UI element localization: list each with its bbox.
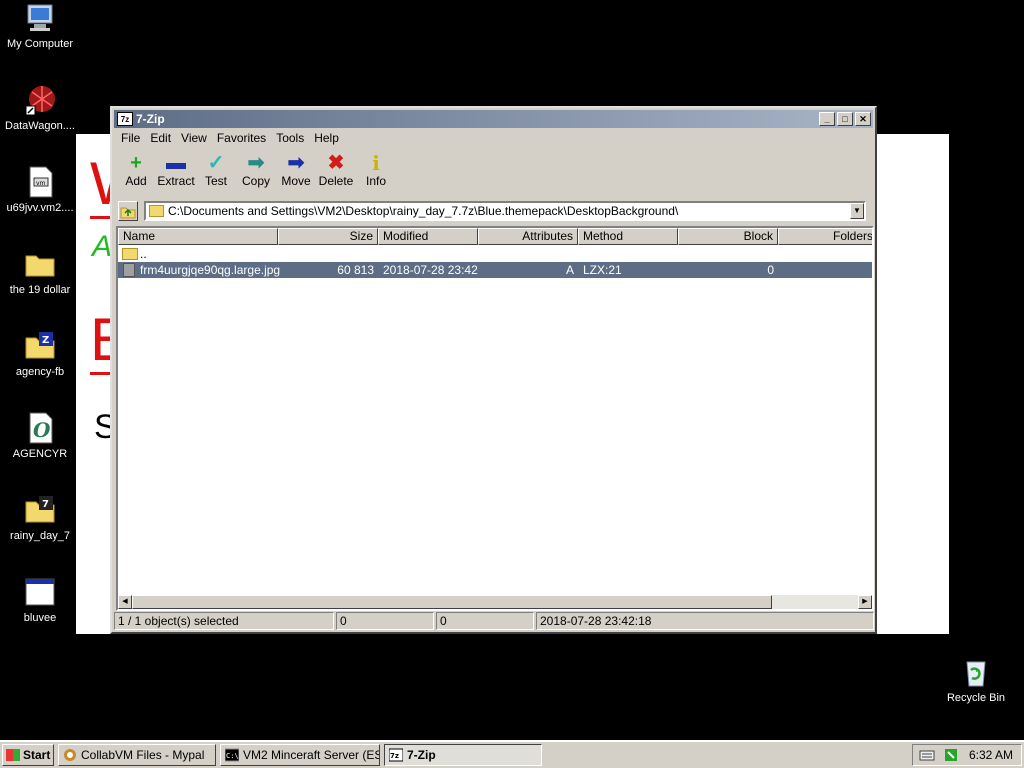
column-header-size[interactable]: Size: [278, 228, 378, 245]
background-letter-a: A: [92, 230, 113, 263]
close-button[interactable]: ✕: [855, 112, 871, 126]
network-icon[interactable]: [943, 748, 959, 762]
system-tray: 6:32 AM: [912, 744, 1022, 766]
menu-file[interactable]: File: [116, 130, 145, 146]
address-row: C:\Documents and Settings\VM2\Desktop\ra…: [116, 200, 871, 222]
folder-up-icon: [120, 207, 136, 219]
browser-icon: [64, 749, 76, 761]
svg-text:Z: Z: [42, 335, 49, 346]
desktop-icon-agency-fb[interactable]: Z agency-fb: [0, 330, 80, 379]
desktop-icon-bluvee[interactable]: bluvee: [0, 576, 80, 625]
minus-icon: ▬: [166, 152, 186, 174]
scroll-left-button[interactable]: ◀: [118, 595, 132, 609]
desktop: W A E S My Computer DataWagon.... vm u69…: [0, 0, 1024, 740]
up-folder-button[interactable]: [118, 201, 138, 221]
taskbar-item-minecraft-server[interactable]: C:\ VM2 Minceraft Server (ES...: [220, 744, 380, 766]
desktop-icon-datawagon[interactable]: DataWagon....: [0, 84, 80, 133]
folder-icon: [24, 248, 56, 280]
arrow-right-icon: ➡: [247, 152, 265, 174]
address-dropdown-button[interactable]: ▼: [850, 203, 864, 219]
plus-icon: +: [130, 152, 142, 174]
menu-help[interactable]: Help: [309, 130, 344, 146]
test-button[interactable]: ✓ Test: [196, 152, 236, 188]
folder-icon: [122, 248, 138, 260]
desktop-icon-my-computer[interactable]: My Computer: [0, 2, 80, 51]
status-selected: 1 / 1 object(s) selected: [114, 612, 334, 630]
recycle-bin-icon: [960, 656, 992, 688]
clock: 6:32 AM: [968, 748, 1013, 762]
svg-text:vm: vm: [36, 180, 46, 187]
datawagon-icon: [24, 84, 56, 116]
desktop-icon-u69jvv[interactable]: vm u69jvv.vm2....: [0, 166, 80, 215]
folder-icon: [149, 205, 164, 217]
taskbar-item-collabvm-files[interactable]: CollabVM Files - Mypal: [58, 744, 216, 766]
address-combobox[interactable]: C:\Documents and Settings\VM2\Desktop\ra…: [144, 201, 866, 221]
computer-icon: [24, 2, 56, 34]
scroll-right-button[interactable]: ▶: [858, 595, 872, 609]
info-icon: i: [372, 151, 380, 175]
x-icon: ✖: [327, 152, 345, 174]
status-modified: 2018-07-28 23:42:18: [536, 612, 874, 630]
column-header-folders[interactable]: Folders: [778, 228, 872, 245]
seven-zip-icon: 7z: [117, 112, 133, 126]
list-item-parent[interactable]: ..: [118, 246, 872, 262]
windows-logo-icon: [6, 749, 20, 761]
menu-edit[interactable]: Edit: [145, 130, 176, 146]
menu-bar: File Edit View Favorites Tools Help: [116, 130, 344, 148]
status-size: 0: [336, 612, 434, 630]
menu-tools[interactable]: Tools: [271, 130, 309, 146]
add-button[interactable]: + Add: [116, 152, 156, 188]
archive-folder-icon: Z: [24, 330, 56, 362]
column-header-method[interactable]: Method: [578, 228, 678, 245]
delete-button[interactable]: ✖ Delete: [316, 152, 356, 188]
file-icon: vm: [24, 166, 56, 198]
move-button[interactable]: ➡ Move: [276, 152, 316, 188]
scroll-thumb[interactable]: [132, 595, 772, 609]
check-icon: ✓: [207, 152, 225, 174]
svg-text:7z: 7z: [390, 752, 399, 760]
minimize-button[interactable]: _: [819, 112, 835, 126]
horizontal-scrollbar[interactable]: ◀ ▶: [118, 595, 872, 609]
toolbar: + Add ▬ Extract ✓ Test ➡ Copy ➡ Move ✖ D…: [116, 150, 871, 194]
desktop-icon-recycle-bin[interactable]: Recycle Bin: [936, 656, 1016, 705]
column-header-attributes[interactable]: Attributes: [478, 228, 578, 245]
address-path: C:\Documents and Settings\VM2\Desktop\ra…: [168, 204, 679, 218]
copy-button[interactable]: ➡ Copy: [236, 152, 276, 188]
desktop-icon-rainy-day-7[interactable]: 7 rainy_day_7: [0, 494, 80, 543]
arrow-right-icon: ➡: [287, 152, 305, 174]
seven-zip-icon: 7z: [389, 748, 403, 762]
status-bar: 1 / 1 object(s) selected 0 0 2018-07-28 …: [114, 612, 874, 630]
archive-folder-icon: 7: [24, 494, 56, 526]
keyboard-icon[interactable]: [919, 748, 935, 762]
image-file-icon: [123, 263, 135, 277]
window-title: 7-Zip: [136, 112, 165, 126]
extract-button[interactable]: ▬ Extract: [156, 152, 196, 188]
window-icon: [24, 576, 56, 608]
column-header-block[interactable]: Block: [678, 228, 778, 245]
desktop-icon-agencyr[interactable]: O AGENCYR: [0, 412, 80, 461]
svg-text:O: O: [33, 418, 51, 442]
list-item-file[interactable]: frm4uurgjqe90qg.large.jpg 60 813 2018-07…: [118, 262, 872, 278]
column-header-name[interactable]: Name: [118, 228, 278, 245]
info-button[interactable]: i Info: [356, 152, 396, 188]
console-icon: C:\: [225, 748, 239, 762]
desktop-icon-the-19-dollar[interactable]: the 19 dollar: [0, 248, 80, 297]
seven-zip-window[interactable]: 7z 7-Zip _ □ ✕ File Edit View Favorites Tool…: [110, 106, 877, 634]
svg-text:7: 7: [42, 499, 49, 510]
file-list[interactable]: Name Size Modified Attributes Method Blo…: [116, 226, 874, 611]
svg-text:C:\: C:\: [226, 752, 239, 760]
window-titlebar[interactable]: 7z 7-Zip _ □ ✕: [114, 110, 873, 128]
column-header-modified[interactable]: Modified: [378, 228, 478, 245]
menu-favorites[interactable]: Favorites: [212, 130, 271, 146]
start-button[interactable]: Start: [2, 744, 54, 766]
menu-view[interactable]: View: [176, 130, 212, 146]
maximize-button[interactable]: □: [837, 112, 853, 126]
list-header: Name Size Modified Attributes Method Blo…: [118, 228, 872, 245]
font-file-icon: O: [24, 412, 56, 444]
status-packed: 0: [436, 612, 534, 630]
taskbar-item-7zip[interactable]: 7z 7-Zip: [384, 744, 542, 766]
taskbar: Start CollabVM Files - Mypal C:\ VM2 Min…: [0, 740, 1024, 768]
